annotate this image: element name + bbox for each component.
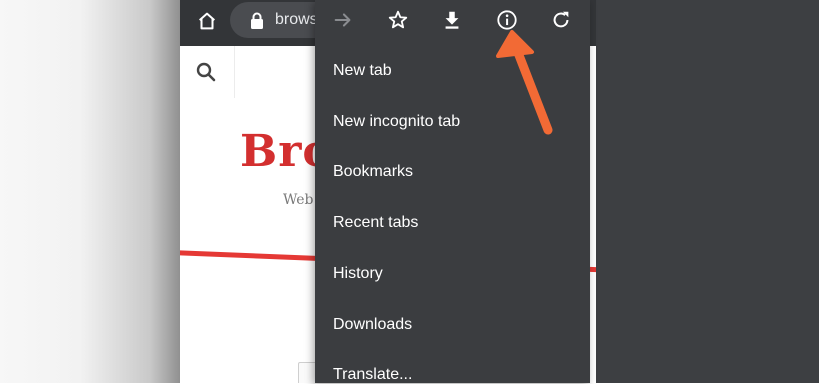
menu-item-new-tab[interactable]: New tab [333, 62, 392, 80]
download-button[interactable] [436, 4, 468, 36]
menu-item-downloads[interactable]: Downloads [333, 316, 412, 334]
menu-item-translate[interactable]: Translate... [333, 366, 412, 384]
divider [234, 46, 235, 98]
forward-arrow-icon [334, 13, 351, 27]
annotation-arrow-icon [496, 30, 553, 135]
menu-item-bookmarks[interactable]: Bookmarks [333, 163, 413, 181]
home-icon [199, 12, 215, 30]
blurred-background-left [0, 0, 200, 383]
star-icon [388, 10, 408, 29]
bookmark-star-button[interactable] [382, 4, 414, 36]
menu-item-history[interactable]: History [333, 265, 383, 283]
forward-button[interactable] [327, 4, 359, 36]
download-icon [445, 11, 459, 29]
menu-item-new-incognito-tab[interactable]: New incognito tab [333, 113, 460, 131]
lock-icon [251, 12, 263, 29]
menu-item-recent-tabs[interactable]: Recent tabs [333, 214, 418, 232]
refresh-icon [553, 11, 569, 28]
site-tagline: Web [283, 192, 314, 208]
info-icon [497, 10, 517, 30]
home-button[interactable] [192, 6, 222, 36]
url-text: brows [275, 11, 318, 28]
background-right [596, 0, 819, 383]
search-icon[interactable] [196, 62, 216, 82]
